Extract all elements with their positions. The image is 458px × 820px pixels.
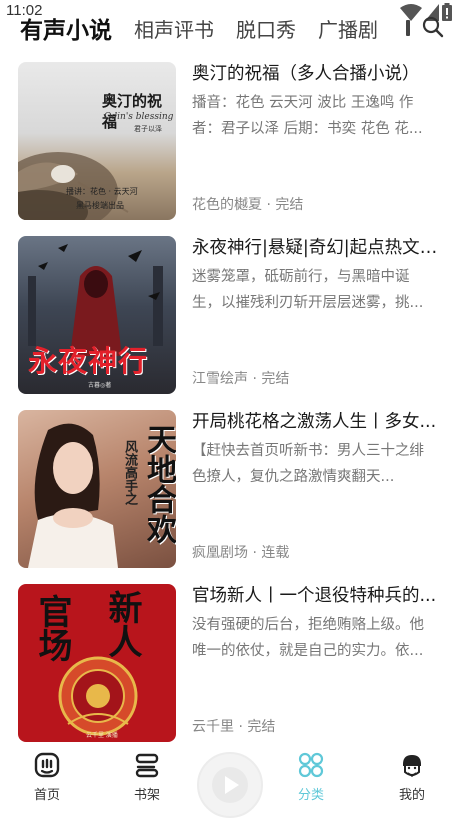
book-cover[interactable]: 永夜神行 古暮◎著 <box>18 236 176 394</box>
category-icon <box>298 752 324 778</box>
book-cover[interactable]: 官场 新人 云千里 演播 <box>18 584 176 742</box>
book-meta: 江雪绘声 · 完结 <box>192 371 290 387</box>
nav-label: 首页 <box>33 788 60 803</box>
tab-talk-show[interactable]: 脱口秀 <box>236 14 296 43</box>
home-icon <box>34 752 60 778</box>
book-meta: 云千里 · 完结 <box>192 719 276 735</box>
profile-icon <box>403 755 421 777</box>
book-title[interactable]: 奥汀的祝福（多人合播小说） <box>192 62 442 86</box>
book-list: 奥汀的祝福 Odin's blessing 君子以泽 播讲：花色 · 云天河 黑… <box>0 60 458 756</box>
book-cover[interactable]: 奥汀的祝福 Odin's blessing 君子以泽 播讲：花色 · 云天河 黑… <box>18 62 176 220</box>
category-tabs: 有声小说 相声评书 脱口秀 广播剧 <box>20 8 458 48</box>
book-item[interactable]: 奥汀的祝福 Odin's blessing 君子以泽 播讲：花色 · 云天河 黑… <box>0 60 458 234</box>
bottom-nav: 首页 书架 分类 我的 <box>0 742 458 820</box>
cover-subtitle: Odin's blessing <box>104 112 174 122</box>
cover-title: 天地合欢 <box>141 424 176 544</box>
book-title[interactable]: 永夜神行|悬疑|奇幻|起点热文|... <box>192 236 442 260</box>
play-center-button[interactable] <box>197 752 263 818</box>
tab-crosstalk[interactable]: 相声评书 <box>134 14 214 43</box>
nav-label: 我的 <box>398 788 425 803</box>
cover-author: 云千里 演播 <box>86 732 118 739</box>
book-description: 迷雾笼罩，砥砺前行，与黑暗中诞生，以摧残利刃斩开层层迷雾，挑... <box>192 269 424 311</box>
nav-label: 分类 <box>297 788 324 803</box>
cover-title: 永夜神行 <box>28 344 149 378</box>
book-title[interactable]: 开局桃花格之激荡人生丨多女... <box>192 410 442 434</box>
more-tabs-icon[interactable] <box>406 20 410 36</box>
tab-audio-novel[interactable]: 有声小说 <box>20 11 112 45</box>
nav-label: 书架 <box>133 788 160 803</box>
book-cover[interactable]: 风流高手之 天地合欢 <box>18 410 176 568</box>
cover-author: 古暮◎著 <box>88 382 112 389</box>
book-item[interactable]: 风流高手之 天地合欢 开局桃花格之激荡人生丨多女... 【赶快去首页听新书：男人… <box>0 408 458 582</box>
book-meta: 花色的樾夏 · 完结 <box>192 197 304 213</box>
cover-credit: 播讲：花色 · 云天河 <box>66 187 138 196</box>
book-meta: 疯凰剧场 · 连载 <box>192 545 290 561</box>
bookshelf-icon <box>135 753 159 778</box>
book-description: 播音：花色 云天河 波比 王逸鸣 作者：君子以泽 后期：书奕 花色 花... <box>192 95 423 137</box>
tab-radio-drama[interactable]: 广播剧 <box>318 14 378 43</box>
book-description: 【赶快去首页听新书：男人三十之绯色撩人，复仇之路激情爽翻天... <box>192 443 424 485</box>
cover-title: 官场 <box>32 594 72 662</box>
book-item[interactable]: 官场 新人 云千里 演播 官场新人丨一个退役特种兵的... 没有强硬的后台，拒绝… <box>0 582 458 756</box>
play-icon <box>212 767 248 803</box>
cover-author: 君子以泽 <box>134 125 162 133</box>
book-item[interactable]: 永夜神行 古暮◎著 永夜神行|悬疑|奇幻|起点热文|... 迷雾笼罩，砥砺前行，… <box>0 234 458 408</box>
book-title[interactable]: 官场新人丨一个退役特种兵的... <box>192 584 442 608</box>
cover-title-2: 新人 <box>102 590 142 658</box>
cover-subtitle: 风流高手之 <box>122 440 137 505</box>
cover-publisher: 黑马梭端出品 <box>76 201 124 210</box>
book-description: 没有强硬的后台，拒绝贿赂上级。他唯一的依仗，就是自己的实力。依... <box>192 617 424 659</box>
search-icon[interactable] <box>422 16 444 38</box>
